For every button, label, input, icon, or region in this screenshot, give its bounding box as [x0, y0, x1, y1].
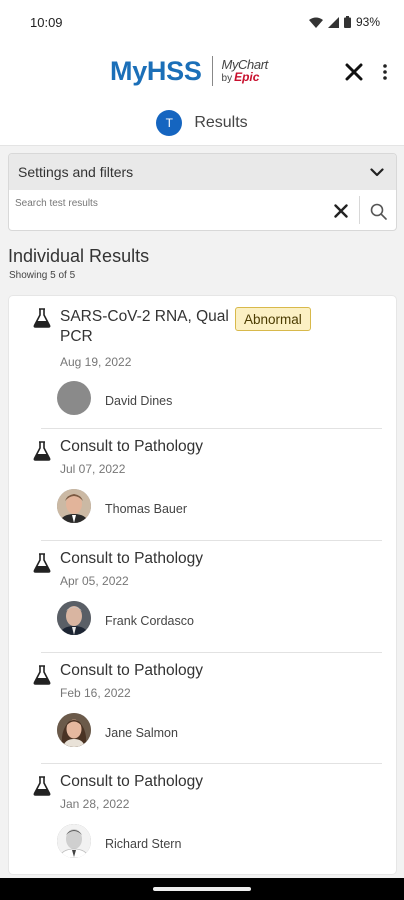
brand-divider: [211, 56, 213, 86]
mychart-logo: MyChart by Epic: [221, 58, 269, 84]
wifi-icon: [308, 17, 323, 28]
search-separator: [359, 196, 360, 224]
result-item[interactable]: Consult to Pathology Jul 07, 2022 Thomas…: [9, 429, 396, 540]
by-label: by: [221, 73, 233, 84]
search-row: [9, 190, 396, 230]
page-header: T Results: [0, 100, 404, 146]
flask-icon: [33, 308, 51, 328]
system-nav-bar: [0, 878, 404, 900]
provider-name: Thomas Bauer: [105, 502, 187, 516]
provider-photo: [57, 601, 91, 635]
result-item[interactable]: SARS-CoV-2 RNA, Qual PCR Abnormal Aug 19…: [9, 296, 396, 428]
clear-search-button[interactable]: [329, 199, 353, 223]
results-count: Showing 5 of 5: [9, 270, 76, 281]
user-avatar[interactable]: T: [156, 109, 183, 136]
kebab-menu-icon: [383, 64, 387, 80]
close-button[interactable]: [340, 58, 368, 86]
provider-name: Richard Stern: [105, 837, 182, 851]
brand-logo: MyHSS MyChart by Epic: [110, 54, 268, 88]
results-heading: Individual Results: [8, 246, 150, 266]
result-item[interactable]: Consult to Pathology Jan 28, 2022 Richar…: [9, 764, 396, 874]
flask-icon: [33, 441, 51, 461]
search-input[interactable]: [15, 194, 333, 226]
flask-icon: [33, 665, 51, 685]
result-date: Jul 07, 2022: [60, 462, 126, 476]
provider-photo: [57, 489, 91, 523]
result-date: Aug 19, 2022: [60, 355, 132, 369]
provider-avatar: [57, 713, 91, 747]
close-icon: [334, 204, 348, 218]
status-bar: 10:09 93%: [0, 0, 404, 44]
battery-icon: [343, 16, 351, 28]
signal-icon: [327, 16, 339, 28]
results-list: SARS-CoV-2 RNA, Qual PCR Abnormal Aug 19…: [9, 296, 396, 874]
result-title: Consult to Pathology: [60, 438, 204, 455]
provider-photo: [57, 713, 91, 747]
status-icons: 93%: [308, 15, 380, 29]
provider-avatar: [57, 601, 91, 635]
chevron-down-icon: [370, 167, 384, 176]
result-title: Consult to Pathology: [60, 550, 204, 567]
brand-myhss: MyHSS: [110, 55, 202, 86]
app-header: MyHSS MyChart by Epic: [0, 44, 404, 100]
provider-avatar: [57, 489, 91, 523]
result-title: Consult to Pathology: [60, 773, 204, 790]
filter-panel: Settings and filters: [8, 153, 397, 231]
result-item[interactable]: Consult to Pathology Feb 16, 2022 Jane S…: [9, 653, 396, 763]
result-title: Consult to Pathology: [60, 662, 204, 679]
provider-photo: [57, 824, 91, 858]
provider-name: David Dines: [105, 394, 173, 408]
search-icon: [370, 203, 387, 220]
result-date: Feb 16, 2022: [60, 686, 131, 700]
filter-title: Settings and filters: [18, 164, 134, 180]
provider-name: Frank Cordasco: [105, 614, 194, 628]
more-options-button[interactable]: [376, 58, 394, 86]
battery-percent: 93%: [355, 15, 380, 29]
close-icon: [345, 63, 363, 81]
result-date: Apr 05, 2022: [60, 574, 129, 588]
epic-label: Epic: [234, 70, 260, 84]
result-item[interactable]: Consult to Pathology Apr 05, 2022 Frank …: [9, 541, 396, 652]
flask-icon: [33, 776, 51, 796]
status-time: 10:09: [30, 14, 63, 30]
abnormal-badge: Abnormal: [235, 307, 311, 331]
settings-filters-toggle[interactable]: Settings and filters: [9, 154, 396, 190]
home-gesture-handle[interactable]: [153, 887, 251, 891]
provider-avatar: [57, 824, 91, 858]
page-title: Results: [194, 113, 248, 131]
provider-avatar: [57, 381, 91, 415]
result-date: Jan 28, 2022: [60, 797, 130, 811]
flask-icon: [33, 553, 51, 573]
provider-name: Jane Salmon: [105, 726, 178, 740]
search-button[interactable]: [365, 198, 391, 224]
result-title: SARS-CoV-2 RNA, Qual PCR: [60, 308, 229, 345]
